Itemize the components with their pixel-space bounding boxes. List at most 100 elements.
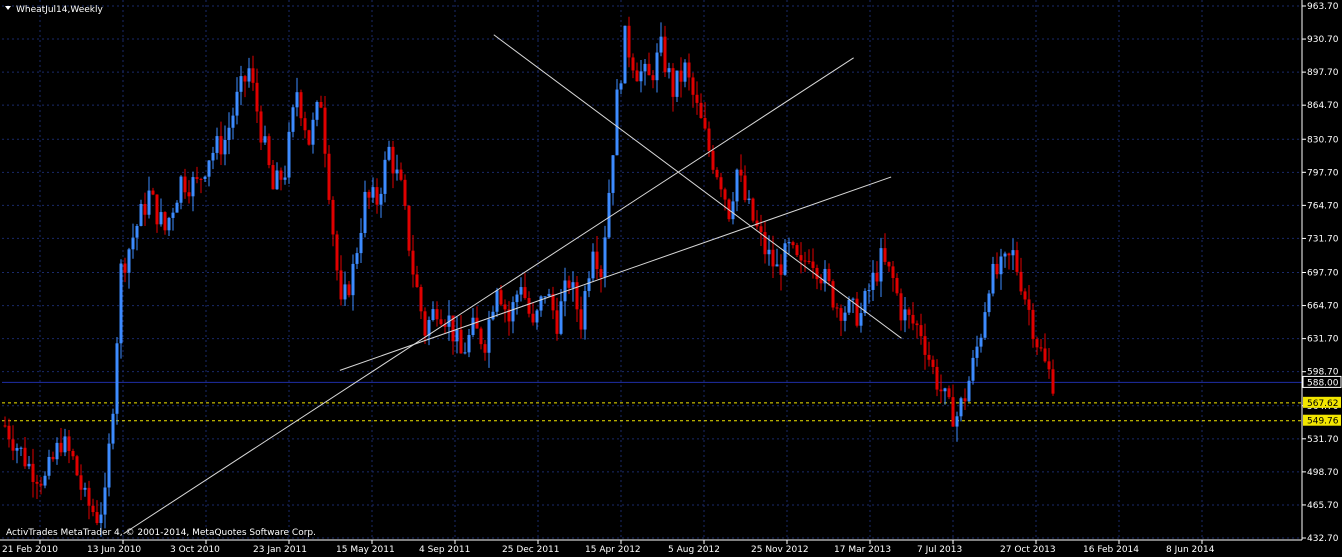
- candle-body: [699, 102, 703, 119]
- candle-body: [119, 263, 123, 344]
- candle-body: [395, 169, 399, 174]
- candle-body: [651, 75, 655, 81]
- candle-body: [659, 36, 663, 53]
- candle-body: [319, 102, 323, 108]
- candle-body: [519, 287, 523, 295]
- chart-title-group[interactable]: WheatJul14,Weekly: [5, 5, 104, 15]
- candle-body: [203, 176, 207, 179]
- candle-body: [695, 94, 699, 103]
- candle-body: [515, 294, 519, 303]
- candle-body: [911, 314, 915, 324]
- x-tick-label: 16 Feb 2014: [1083, 545, 1139, 555]
- candle-body: [195, 177, 199, 179]
- candle-body: [371, 187, 375, 198]
- level-price-label: 567.62: [1307, 399, 1339, 409]
- candle-body: [1047, 361, 1051, 370]
- candle-body: [859, 313, 863, 326]
- candle-body: [43, 475, 47, 486]
- candle-body: [1035, 339, 1039, 348]
- candle-body: [299, 92, 303, 119]
- candle-body: [803, 260, 807, 262]
- candle-body: [907, 309, 911, 315]
- candle-body: [867, 289, 871, 291]
- candle-body: [527, 298, 531, 314]
- candle-body: [1007, 253, 1011, 256]
- candle-body: [719, 177, 723, 190]
- candle-body: [627, 25, 631, 58]
- candle-body: [215, 136, 219, 153]
- candle-body: [531, 313, 535, 323]
- candle-body: [631, 57, 635, 71]
- candle-body: [747, 198, 751, 201]
- candle-body: [343, 284, 347, 300]
- candle-body: [27, 463, 31, 467]
- candle-body: [155, 194, 159, 225]
- candle-body: [59, 442, 63, 453]
- x-tick-label: 23 Jan 2011: [253, 545, 307, 555]
- candle-body: [539, 296, 543, 311]
- candle-body: [671, 68, 675, 97]
- candle-body: [431, 309, 435, 321]
- x-tick-label: 8 Jun 2014: [1166, 545, 1215, 555]
- candle-body: [223, 139, 227, 155]
- candle-body: [615, 89, 619, 156]
- x-tick-label: 21 Feb 2010: [2, 545, 58, 555]
- candle-body: [607, 192, 611, 238]
- candle-body: [655, 52, 659, 81]
- candle-body: [1011, 250, 1015, 256]
- price-chart[interactable]: 963.70 930.70 897.70 864.70 830.70 797.70 764.…: [0, 0, 1342, 557]
- candle-body: [287, 131, 291, 178]
- candle-body: [839, 308, 843, 321]
- candle-body: [903, 309, 907, 321]
- candle-body: [347, 284, 351, 296]
- candle-body: [939, 389, 943, 392]
- candle-body: [547, 293, 551, 297]
- candle-body: [423, 311, 427, 336]
- candle-body: [295, 92, 299, 108]
- candle-body: [163, 212, 167, 231]
- candle-body: [731, 201, 735, 220]
- candle-body: [647, 63, 651, 76]
- candle-body: [479, 328, 483, 345]
- candle-body: [595, 251, 599, 270]
- candle-body: [31, 463, 35, 482]
- candle-body: [499, 290, 503, 305]
- x-tick-label: 25 Dec 2011: [502, 545, 560, 555]
- candle-body: [171, 212, 175, 218]
- candle-body: [159, 212, 163, 225]
- candle-body: [863, 290, 867, 314]
- candle-body: [179, 176, 183, 203]
- candle-body: [815, 267, 819, 280]
- candle-body: [235, 91, 239, 116]
- candle-body: [899, 293, 903, 321]
- x-tick-label: 15 Apr 2012: [585, 545, 641, 555]
- candle-body: [955, 416, 959, 427]
- candle-body: [3, 425, 7, 427]
- candle-body: [391, 146, 395, 174]
- candle-body: [103, 487, 107, 515]
- candle-body: [219, 136, 223, 155]
- price-labels: 588.00 567.62 549.76: [1302, 375, 1342, 427]
- candle-body: [523, 287, 527, 299]
- candle-body: [599, 269, 603, 278]
- candle-body: [975, 346, 979, 358]
- y-tick-label: 897.70: [1307, 68, 1339, 78]
- candle-body: [23, 447, 27, 467]
- candle-body: [243, 76, 247, 82]
- candle-body: [775, 264, 779, 267]
- candle-body: [935, 366, 939, 390]
- candle-body: [415, 274, 419, 288]
- y-tick-label: 465.70: [1307, 501, 1339, 511]
- candle-body: [811, 261, 815, 268]
- candle-body: [407, 205, 411, 251]
- candle-body: [895, 277, 899, 294]
- candle-body: [127, 249, 131, 273]
- candle-body: [619, 83, 623, 90]
- candle-body: [267, 136, 271, 166]
- candle-body: [791, 242, 795, 246]
- candle-body: [559, 301, 563, 334]
- candle-body: [279, 170, 283, 180]
- candle-body: [439, 319, 443, 325]
- candle-body: [711, 150, 715, 170]
- candle-body: [999, 256, 1003, 275]
